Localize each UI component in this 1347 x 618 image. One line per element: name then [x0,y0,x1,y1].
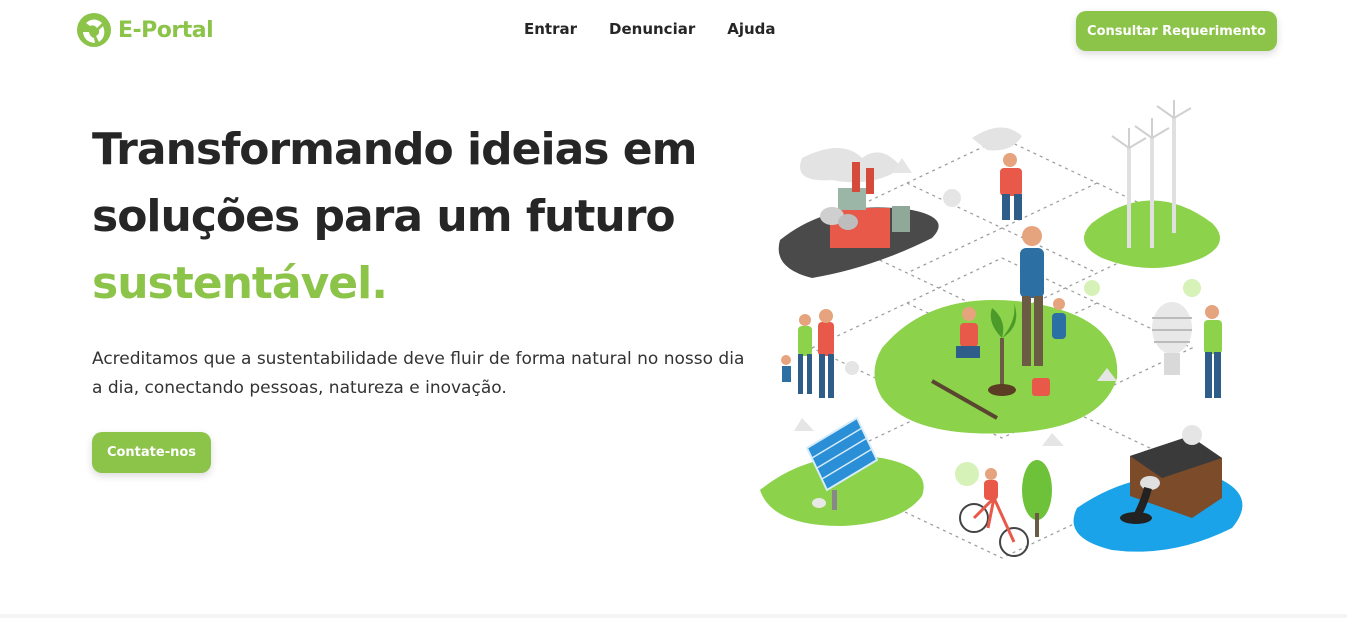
hero-title-accent: sustentável. [92,258,388,309]
top-navbar: E-Portal Entrar Denunciar Ajuda Consulta… [0,0,1347,62]
factory-icon [778,148,939,278]
tree-icon [1022,460,1052,537]
hero-title-line-1: Transformando ideias em [92,124,697,175]
section-divider [0,614,1347,618]
nav-link-denunciar[interactable]: Denunciar [609,20,695,38]
hero-title: Transformando ideias em soluções para um… [92,116,752,317]
nav-link-ajuda[interactable]: Ajuda [727,20,775,38]
solar-panel-icon [760,416,924,526]
wind-turbines-icon [1084,100,1220,268]
main-menu: Entrar Denunciar Ajuda [524,20,776,38]
family-planting-tree-icon [874,226,1118,434]
water-pollution-icon [1073,436,1243,552]
contact-button[interactable]: Contate-nos [92,432,211,473]
sustainability-illustration [760,100,1243,559]
hero-subtitle: Acreditamos que a sustentabilidade deve … [92,349,745,398]
family-group-icon [781,309,834,398]
energy-bulb-icon [1152,302,1222,398]
brand-name: E-Portal [118,17,214,43]
consultar-requerimento-button[interactable]: Consultar Requerimento [1076,11,1277,51]
logo[interactable]: E-Portal [76,12,214,48]
nav-link-entrar[interactable]: Entrar [524,20,577,38]
hero-title-line-2: soluções para um futuro [92,191,676,242]
man-with-smog-icon [972,127,1022,220]
recycle-leaf-icon [77,13,111,47]
